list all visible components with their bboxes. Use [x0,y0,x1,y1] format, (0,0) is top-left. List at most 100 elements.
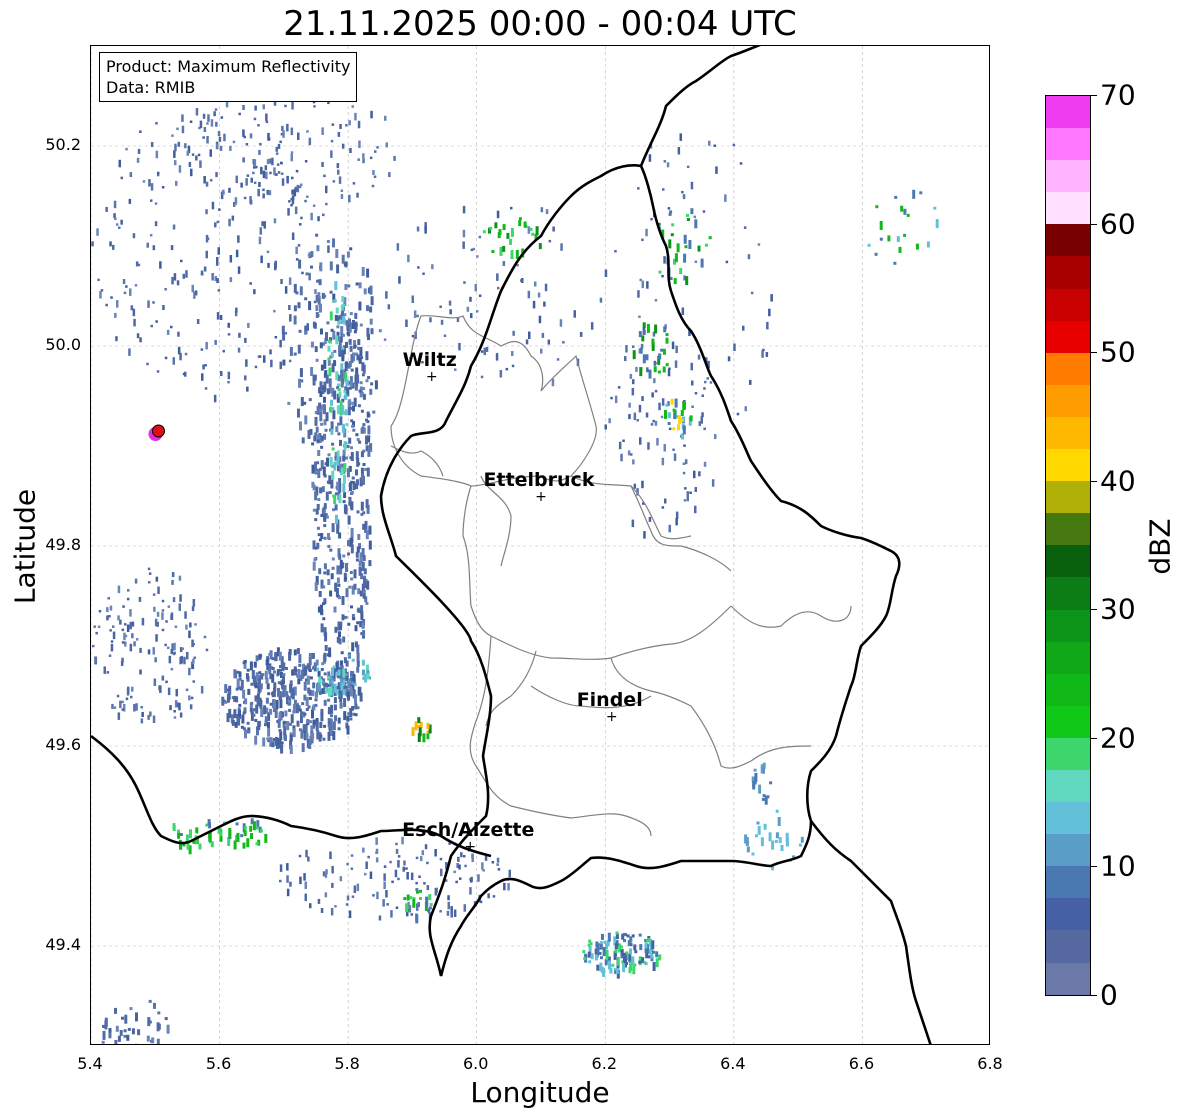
echo-pixel [214,222,217,228]
echo-pixel [184,611,187,619]
echo-pixel [342,455,346,462]
echo-pixel [329,261,333,271]
echo-pixel [165,680,168,684]
echo-pixel [320,609,324,616]
echo-pixel [674,253,678,263]
echo-pixel [369,156,373,160]
echo-pixel [115,223,119,226]
echo-pixel [354,641,358,648]
echo-pixel [237,347,241,353]
echo-pixel [350,490,354,494]
map-plot-area[interactable]: + Wiltz + Ettelbruck + Findel + Esch/Alzette Pr… [90,45,990,1045]
echo-pixel [632,379,635,385]
echo-pixel [308,656,312,666]
y-tick-label: 49.8 [45,535,81,554]
echo-pixel [164,288,167,291]
echo-pixel [323,563,327,570]
echo-pixel [346,251,350,258]
echo-pixel [364,872,367,876]
echo-pixel [462,229,466,238]
echo-pixel [110,296,113,299]
echo-pixel [354,112,357,121]
echo-pixel [319,722,323,728]
echo-pixel [457,857,460,861]
echo-pixel [744,406,747,412]
echo-pixel [449,309,452,315]
echo-pixel [340,194,344,199]
echo-pixel [496,273,499,281]
echo-pixel [344,409,348,416]
echo-pixel [284,332,288,335]
echo-pixel [157,1011,161,1015]
echo-pixel [347,712,351,716]
echo-pixel [298,185,302,189]
echo-pixel [206,237,210,240]
x-tick-label: 6.2 [591,1054,618,1073]
echo-pixel [746,846,750,853]
echo-pixel [676,243,680,253]
echo-pixel [650,217,653,221]
echo-pixel [919,191,923,195]
echo-pixel [358,389,362,393]
echo-pixel [217,289,221,292]
echo-pixel [113,213,116,219]
echo-pixel [503,882,506,891]
echo-pixel [350,527,354,537]
echo-pixel [691,380,694,386]
echo-pixel [462,205,466,214]
echo-pixel [229,277,233,283]
echo-pixel [348,585,352,589]
echo-pixel [227,322,230,328]
echo-pixel [446,910,450,916]
echo-pixel [351,895,355,898]
echo-pixel [631,934,635,938]
echo-pixel [346,445,350,448]
echo-pixel [306,323,309,331]
echo-pixel [527,290,531,299]
echo-pixel [697,354,701,360]
echo-pixel [686,218,690,221]
echo-pixel [245,359,248,367]
echo-pixel [724,194,727,202]
echo-pixel [120,219,123,225]
echo-pixel [366,305,369,312]
echo-pixel [668,427,672,431]
echo-pixel [682,462,686,465]
echo-pixel [106,607,109,613]
echo-pixel [679,133,682,141]
echo-pixel [469,887,472,895]
echo-pixel [209,179,213,182]
colorbar-tick-mark [1090,95,1097,96]
echo-pixel [316,504,320,510]
city-marker-plus: + [426,369,438,385]
echo-pixel [335,335,339,345]
echo-pixel [185,624,188,630]
echo-pixel [355,433,359,437]
district-boundary [730,605,852,628]
echo-pixel [277,171,281,174]
colorbar-tick-mark [1090,737,1097,739]
echo-pixel [311,732,315,739]
echo-pixel [172,357,175,365]
echo-pixel [268,665,272,675]
echo-pixel [334,715,337,722]
echo-pixel [319,487,323,494]
echo-pixel [105,303,108,307]
echo-pixel [894,195,898,199]
echo-pixel [305,697,309,706]
echo-pixel [341,405,345,415]
echo-pixel [257,721,261,731]
echo-pixel [186,150,189,156]
echo-pixel [125,285,128,288]
echo-pixel [623,932,626,936]
echo-pixel [587,951,591,958]
echo-pixel [331,865,334,874]
echo-pixel [331,557,335,561]
echo-pixel [639,944,643,951]
echo-pixel [94,656,97,664]
echo-pixel [622,963,626,973]
y-tick-label: 49.6 [45,735,81,754]
echo-pixel [322,585,326,589]
echo-pixel [273,167,276,175]
echo-pixel [279,665,282,668]
